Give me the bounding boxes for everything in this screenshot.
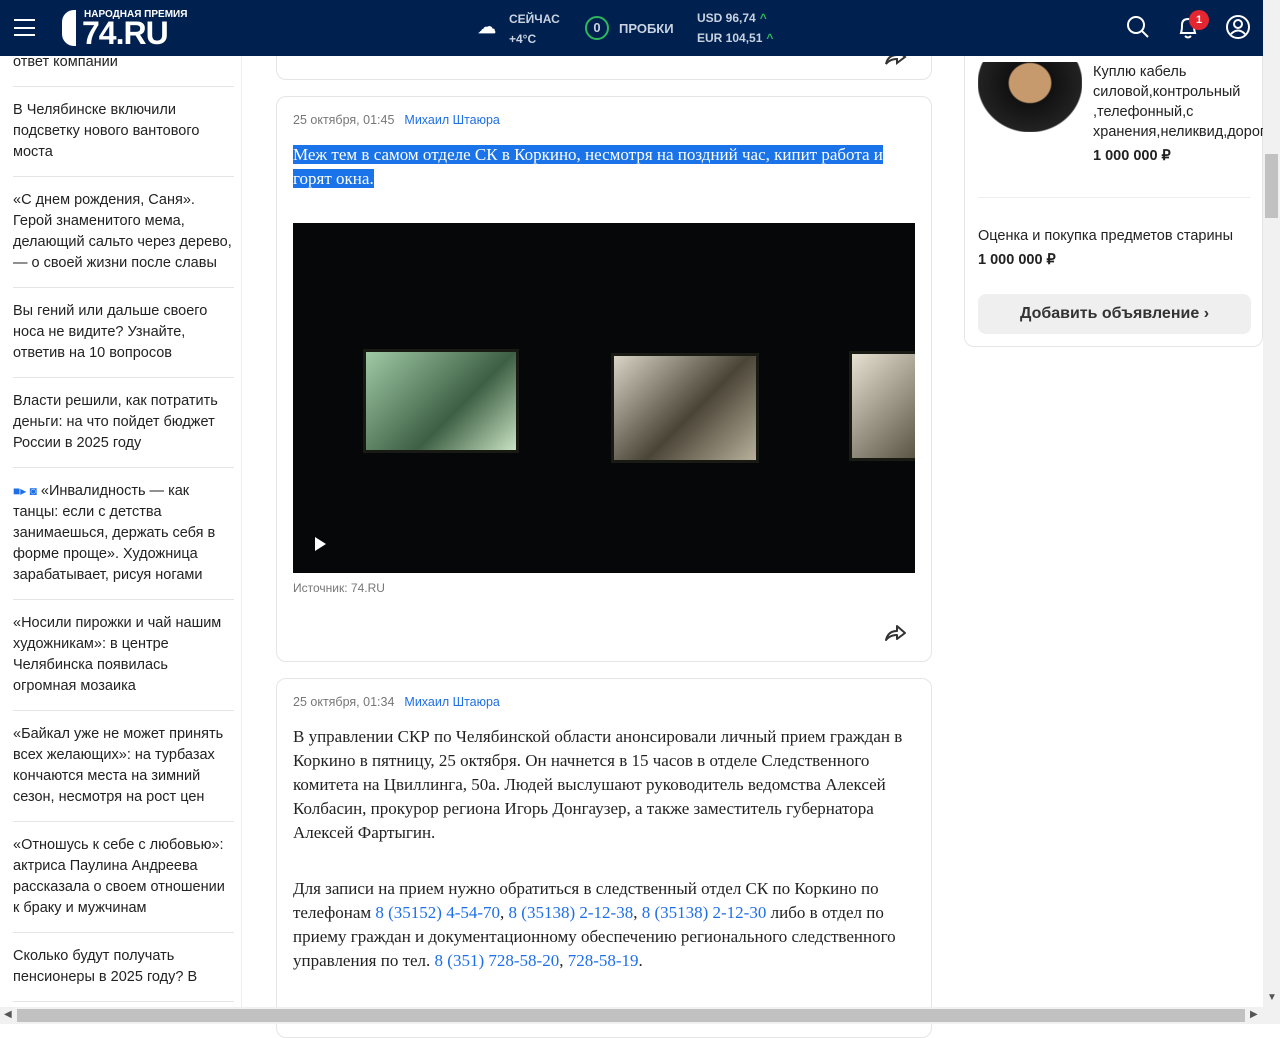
notification-badge: 1	[1189, 10, 1209, 30]
phone-link[interactable]: 8 (35138) 2-12-38	[509, 903, 634, 922]
classified-ad[interactable]: Куплю кабель силовой,контрольный ,телефо…	[1093, 62, 1273, 166]
share-icon[interactable]	[883, 623, 907, 643]
add-listing-label: Добавить объявление	[1019, 305, 1200, 322]
phone-link[interactable]: 8 (351) 728-58-20	[435, 951, 560, 970]
news-item[interactable]: Вы гений или дальше своего носа не видит…	[13, 288, 234, 378]
news-item[interactable]: ■▸ ◙ «Инвалидность — как танцы: если с д…	[13, 468, 234, 600]
post-paragraph: Для записи на прием нужно обратиться в с…	[293, 877, 915, 973]
image-source: Источник: 74.RU	[293, 581, 385, 595]
traffic-score: 0	[585, 16, 609, 40]
user-icon[interactable]	[1225, 14, 1251, 40]
post-paragraph: В управлении СКР по Челябинской области …	[293, 727, 903, 842]
ad-price: 1 000 000 ₽	[1093, 148, 1171, 164]
news-item-title: «Инвалидность — как танцы: если с детств…	[13, 483, 216, 583]
news-item[interactable]: «Отношусь к себе с любовью»: актриса Пау…	[13, 822, 234, 933]
divider	[978, 197, 1251, 198]
phone-link[interactable]: 8 (35152) 4-54-70	[375, 903, 500, 922]
news-item[interactable]: «Байкал уже не может принять всех желающ…	[13, 711, 234, 822]
usd-rate: USD 96,74	[697, 11, 756, 25]
search-icon[interactable]	[1125, 14, 1151, 40]
feed-post: 25 октября, 01:34 Михаил Штаюра В управле…	[276, 678, 932, 1038]
scroll-down-icon[interactable]: ▼	[1267, 992, 1277, 1003]
video-frame-window	[363, 349, 519, 453]
phone-link[interactable]: 728-58-19	[568, 951, 639, 970]
vertical-scrollbar[interactable]: ▼	[1263, 0, 1280, 1007]
cloud-moon-icon: ☁	[478, 17, 496, 37]
post-date: 25 октября, 01:45	[293, 113, 395, 127]
weather-label: СЕЙЧАС	[509, 12, 560, 26]
text: .	[638, 951, 643, 970]
arrow-up-icon: ^	[759, 11, 767, 25]
horizontal-scrollbar[interactable]: ◀ ▶	[0, 1007, 1280, 1024]
currency-rates[interactable]: USD 96,74 ^ EUR 104,51 ^	[697, 8, 773, 48]
news-item[interactable]: Сколько будут получать пенсионеры в 2025…	[13, 933, 234, 1002]
bell-icon[interactable]: 1	[1175, 10, 1209, 40]
video-frame-window	[849, 351, 915, 461]
news-item[interactable]: Власти решили, как потратить деньги: на …	[13, 378, 234, 468]
news-item[interactable]: «Носили пирожки и чай нашим художникам»:…	[13, 600, 234, 711]
post-date: 25 октября, 01:34	[293, 695, 395, 709]
menu-icon[interactable]	[14, 19, 35, 36]
text: ,	[633, 903, 642, 922]
video-frame-window	[611, 353, 759, 463]
news-sidebar: ответ компании В Челябинске включили под…	[0, 56, 242, 1007]
scrollbar-thumb[interactable]	[17, 1009, 1245, 1022]
scroll-left-icon[interactable]: ◀	[4, 1009, 12, 1020]
ad-title: Куплю кабель силовой,контрольный ,телефо…	[1093, 64, 1273, 140]
weather-temp: +4°C	[509, 32, 537, 46]
news-item[interactable]: ответ компании	[13, 56, 234, 87]
add-listing-button[interactable]: Добавить объявление ›	[978, 294, 1251, 334]
arrow-up-icon: ^	[766, 31, 774, 45]
scroll-right-icon[interactable]: ▶	[1250, 1009, 1258, 1020]
logo-mark	[62, 10, 76, 46]
eur-rate: EUR 104,51	[697, 31, 763, 45]
text: ,	[559, 951, 568, 970]
post-author-link[interactable]: Михаил Штаюра	[404, 113, 499, 127]
news-item[interactable]: В Челябинске включили подсветку нового в…	[13, 87, 234, 177]
site-header: НАРОДНАЯ ПРЕМИЯ 74.RU ☁ СЕЙЧАС +4°C 0 ПР…	[0, 0, 1263, 56]
news-item[interactable]: «С днем рождения, Саня». Герой знаменито…	[13, 177, 234, 288]
scrollbar-thumb[interactable]	[1265, 154, 1278, 218]
logo-text: 74.RU	[82, 15, 169, 51]
video-player[interactable]	[293, 223, 915, 573]
post-author-link[interactable]: Михаил Штаюра	[404, 695, 499, 709]
cable-reel-image[interactable]	[978, 62, 1082, 132]
classifieds-widget: Куплю кабель силовой,контрольный ,телефо…	[964, 40, 1273, 347]
text: ,	[500, 903, 509, 922]
traffic-label: ПРОБКИ	[619, 20, 674, 36]
post-headline: Меж тем в самом отделе СК в Коркино, нес…	[293, 145, 883, 188]
phone-link[interactable]: 8 (35138) 2-12-30	[642, 903, 767, 922]
chevron-right-icon: ›	[1203, 305, 1210, 322]
feed-post: 25 октября, 01:45 Михаил Штаюра Меж тем в…	[276, 96, 932, 662]
video-icon: ■▸ ◙	[13, 484, 37, 498]
ad-price: 1 000 000 ₽	[978, 252, 1056, 268]
weather-widget[interactable]: ☁ СЕЙЧАС +4°C	[478, 9, 560, 49]
classified-ad[interactable]: Оценка и покупка предметов старины 1 000…	[978, 226, 1233, 270]
traffic-widget[interactable]: 0 ПРОБКИ	[585, 16, 674, 40]
ad-title: Оценка и покупка предметов старины	[978, 228, 1233, 244]
play-icon[interactable]	[315, 537, 326, 551]
